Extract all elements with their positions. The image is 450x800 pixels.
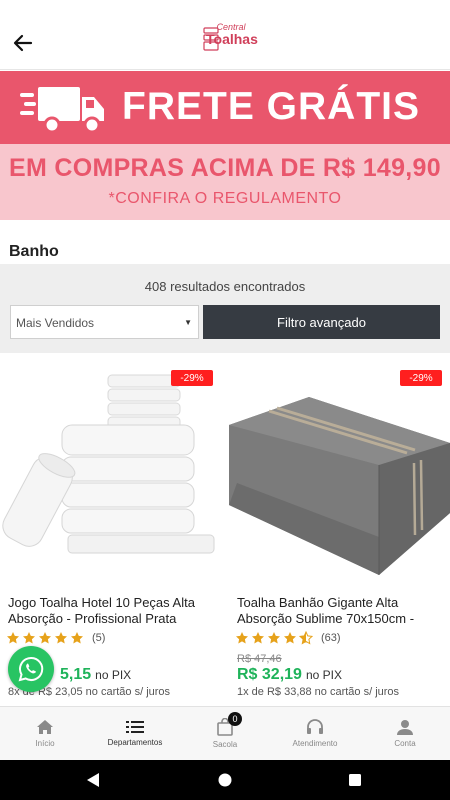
header: Central Toalhas bbox=[0, 0, 450, 70]
star-icon bbox=[252, 632, 264, 644]
system-home-icon[interactable] bbox=[218, 773, 232, 787]
star-icon bbox=[7, 632, 19, 644]
rating-count: (63) bbox=[321, 632, 341, 644]
product-price: 5,15 no PIX bbox=[60, 666, 131, 684]
discount-badge: -29% bbox=[171, 370, 213, 386]
product-price: R$ 32,19 no PIX bbox=[237, 666, 342, 684]
product-name[interactable]: Toalha Banhão Gigante Alta Absorção Subl… bbox=[237, 595, 447, 627]
system-recents-icon[interactable] bbox=[348, 773, 362, 787]
home-icon bbox=[37, 720, 53, 734]
star-icon bbox=[268, 632, 280, 644]
caret-down-icon: ▼ bbox=[184, 318, 192, 327]
brand-logo[interactable]: Central Toalhas bbox=[196, 22, 258, 62]
category-title: Banho bbox=[9, 243, 59, 260]
nav-support[interactable]: Atendimento bbox=[270, 707, 360, 760]
nav-home[interactable]: Início bbox=[0, 707, 90, 760]
product-name[interactable]: Jogo Toalha Hotel 10 Peças Alta Absorção… bbox=[8, 595, 218, 627]
star-icon bbox=[39, 632, 51, 644]
sort-select[interactable]: Mais Vendidos ▼ bbox=[10, 305, 199, 339]
towel-logo-icon bbox=[203, 27, 219, 51]
product-image[interactable] bbox=[0, 365, 221, 575]
back-button[interactable] bbox=[10, 30, 36, 56]
banner-bottom: EM COMPRAS ACIMA DE R$ 149,90 *CONFIRA O… bbox=[0, 144, 450, 220]
headset-icon bbox=[307, 719, 323, 734]
nav-account[interactable]: Conta bbox=[360, 707, 450, 760]
star-icon bbox=[23, 632, 35, 644]
pix-label: no PIX bbox=[305, 668, 342, 682]
nav-label: Início bbox=[35, 739, 55, 748]
truck-icon bbox=[20, 87, 104, 133]
old-price: R$ 47,46 bbox=[237, 653, 282, 665]
app: Central Toalhas FRETE GRÁTIS EM COMPRAS … bbox=[0, 0, 450, 800]
filter-bar: 408 resultados encontrados Mais Vendidos… bbox=[0, 264, 450, 353]
banner-note: *CONFIRA O REGULAMENTO bbox=[108, 190, 342, 207]
product-grid: -29% Jogo Toalha Hotel 10 Peças Alta Abs… bbox=[0, 355, 450, 705]
rating-count: (5) bbox=[92, 632, 106, 644]
banner-title: FRETE GRÁTIS bbox=[122, 85, 421, 128]
sort-value: Mais Vendidos bbox=[16, 316, 95, 330]
nav-departments[interactable]: Departamentos bbox=[90, 707, 180, 760]
price-value: 5,15 bbox=[60, 666, 92, 683]
rating-stars: (5) bbox=[6, 631, 105, 645]
rating-stars: (63) bbox=[235, 631, 341, 645]
advanced-filter-button[interactable]: Filtro avançado bbox=[203, 305, 440, 339]
star-half-icon bbox=[299, 631, 313, 645]
nav-label: Sacola bbox=[212, 740, 238, 749]
free-shipping-banner[interactable]: FRETE GRÁTIS EM COMPRAS ACIMA DE R$ 149,… bbox=[0, 71, 450, 220]
discount-badge: -29% bbox=[400, 370, 442, 386]
installments: 1x de R$ 33,88 no cartão s/ juros bbox=[237, 686, 400, 698]
product-image[interactable] bbox=[229, 365, 450, 575]
star-icon bbox=[55, 632, 67, 644]
arrow-left-icon bbox=[13, 34, 33, 52]
system-nav-bar bbox=[0, 760, 450, 800]
list-icon bbox=[126, 721, 144, 733]
star-icon bbox=[71, 632, 83, 644]
results-count: 408 resultados encontrados bbox=[144, 279, 306, 294]
product-card[interactable]: -29% Toalha Banhão Gigante Alta Absorção… bbox=[229, 355, 450, 705]
nav-label: Atendimento bbox=[292, 739, 338, 748]
whatsapp-icon bbox=[18, 656, 44, 682]
price-value: R$ 32,19 bbox=[237, 666, 302, 683]
star-icon bbox=[284, 632, 296, 644]
cart-count-badge: 0 bbox=[228, 712, 242, 726]
pix-label: no PIX bbox=[95, 668, 132, 682]
nav-bag[interactable]: 0 Sacola bbox=[180, 707, 270, 760]
system-back-icon[interactable] bbox=[86, 772, 100, 788]
nav-label: Departamentos bbox=[107, 738, 163, 747]
banner-top: FRETE GRÁTIS bbox=[0, 71, 450, 144]
star-icon bbox=[236, 632, 248, 644]
nav-label: Conta bbox=[394, 739, 416, 748]
banner-subtitle: EM COMPRAS ACIMA DE R$ 149,90 bbox=[9, 154, 441, 182]
bottom-nav: Início Departamentos 0 Sacola Atendiment… bbox=[0, 706, 450, 760]
user-icon bbox=[397, 720, 413, 735]
whatsapp-button[interactable] bbox=[8, 646, 54, 692]
